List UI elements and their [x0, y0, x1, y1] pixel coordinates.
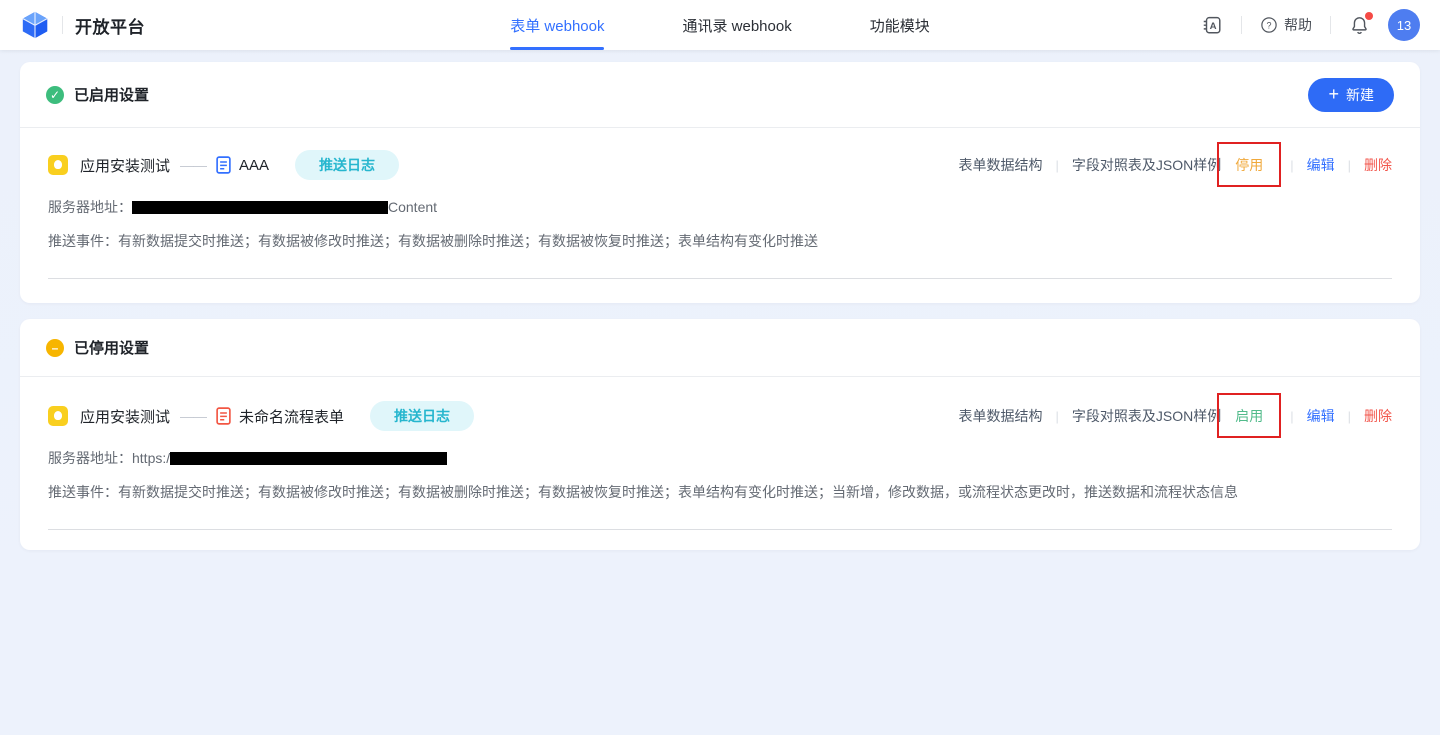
push-events-text: 有新数据提交时推送；有数据被修改时推送；有数据被删除时推送；有数据被恢复时推送；…	[118, 484, 1238, 500]
plus-icon: +	[1328, 85, 1339, 103]
svg-text:A: A	[1210, 21, 1217, 32]
redacted-url	[132, 201, 388, 214]
minus-circle-icon: –	[46, 339, 64, 357]
webhook-entry-row: 应用安装测试 —— AAA 推送日志 表单数据结构 | 字段对照表及JSON样例…	[48, 150, 1392, 180]
section-title: 已启用设置	[74, 84, 149, 105]
section-title: 已停用设置	[74, 337, 149, 358]
avatar[interactable]: 13	[1388, 9, 1420, 41]
form-name: 未命名流程表单	[239, 406, 344, 427]
app-icon	[48, 406, 68, 426]
enabled-settings-header: ✓ 已启用设置 + 新建	[20, 62, 1420, 128]
server-address-prefix: https:/	[132, 448, 170, 468]
dash-separator: ——	[180, 157, 206, 173]
push-events-label: 推送事件：	[48, 484, 118, 500]
app-icon	[48, 155, 68, 175]
main-content: ✓ 已启用设置 + 新建 应用安装测试 —— AAA 推送日志	[0, 50, 1440, 550]
server-address-label: 服务器地址：	[48, 197, 132, 217]
dash-separator: ——	[180, 408, 206, 424]
server-address-suffix: Content	[388, 197, 437, 217]
translate-icon[interactable]: A	[1201, 14, 1223, 36]
server-address-row: 服务器地址： Content	[48, 197, 1392, 217]
edit-link[interactable]: 编辑	[1307, 406, 1335, 426]
action-separator: |	[1290, 158, 1293, 173]
form-data-structure-link[interactable]: 表单数据结构	[958, 406, 1042, 426]
form-data-structure-link[interactable]: 表单数据结构	[958, 155, 1042, 175]
push-events-text: 有新数据提交时推送；有数据被修改时推送；有数据被删除时推送；有数据被恢复时推送；…	[118, 233, 818, 249]
top-navbar: 开放平台 表单 webhook 通讯录 webhook 功能模块 A ? 帮助	[0, 0, 1440, 50]
redacted-url	[170, 452, 447, 465]
create-new-label: 新建	[1346, 85, 1374, 105]
enable-link[interactable]: 启用	[1235, 406, 1263, 426]
server-address-row: 服务器地址： https:/	[48, 448, 1392, 468]
push-log-button[interactable]: 推送日志	[370, 401, 474, 431]
form-doc-icon-blue	[216, 156, 231, 174]
nav-tabs: 表单 webhook 通讯录 webhook 功能模块	[350, 0, 1090, 50]
webhook-entry-row: 应用安装测试 —— 未命名流程表单 推送日志 表单数据结构 | 字段对照表及JS…	[48, 401, 1392, 431]
notification-bell-icon[interactable]	[1349, 15, 1370, 36]
push-events-label: 推送事件：	[48, 233, 118, 249]
help-button[interactable]: ? 帮助	[1260, 15, 1312, 35]
page-title: 开放平台	[75, 13, 145, 38]
form-name: AAA	[239, 157, 269, 174]
disabled-settings-header: – 已停用设置	[20, 319, 1420, 377]
platform-logo-cube-icon	[20, 10, 50, 40]
app-name: 应用安装测试	[80, 155, 170, 176]
push-events-row: 推送事件：有新数据提交时推送；有数据被修改时推送；有数据被删除时推送；有数据被恢…	[48, 231, 1392, 251]
svg-text:?: ?	[1266, 20, 1271, 30]
nav-divider	[1241, 16, 1242, 34]
edit-link[interactable]: 编辑	[1307, 155, 1335, 175]
form-doc-icon-red	[216, 407, 231, 425]
disable-link[interactable]: 停用	[1235, 155, 1263, 175]
help-label: 帮助	[1284, 15, 1312, 35]
action-separator: |	[1055, 158, 1058, 173]
tab-function-modules[interactable]: 功能模块	[870, 0, 930, 50]
field-mapping-json-link[interactable]: 字段对照表及JSON样例	[1072, 406, 1221, 426]
app-name: 应用安装测试	[80, 406, 170, 427]
notification-dot	[1365, 12, 1373, 20]
push-log-button[interactable]: 推送日志	[295, 150, 399, 180]
disabled-settings-card: – 已停用设置 应用安装测试 —— 未命名流程表单 推送日志 表单数据结构	[20, 319, 1420, 550]
delete-link[interactable]: 删除	[1364, 155, 1392, 175]
tab-contacts-webhook[interactable]: 通讯录 webhook	[682, 0, 791, 50]
action-separator: |	[1055, 409, 1058, 424]
action-separator: |	[1290, 409, 1293, 424]
create-new-button[interactable]: + 新建	[1308, 78, 1394, 112]
nav-divider	[1330, 16, 1331, 34]
check-circle-icon: ✓	[46, 86, 64, 104]
question-circle-icon: ?	[1260, 16, 1278, 34]
field-mapping-json-link[interactable]: 字段对照表及JSON样例	[1072, 155, 1221, 175]
action-separator: |	[1348, 158, 1351, 173]
server-address-label: 服务器地址：	[48, 448, 132, 468]
nav-divider	[62, 16, 63, 34]
tab-form-webhook[interactable]: 表单 webhook	[510, 0, 604, 50]
action-separator: |	[1348, 409, 1351, 424]
delete-link[interactable]: 删除	[1364, 406, 1392, 426]
enabled-settings-card: ✓ 已启用设置 + 新建 应用安装测试 —— AAA 推送日志	[20, 62, 1420, 303]
push-events-row: 推送事件：有新数据提交时推送；有数据被修改时推送；有数据被删除时推送；有数据被恢…	[48, 482, 1392, 502]
